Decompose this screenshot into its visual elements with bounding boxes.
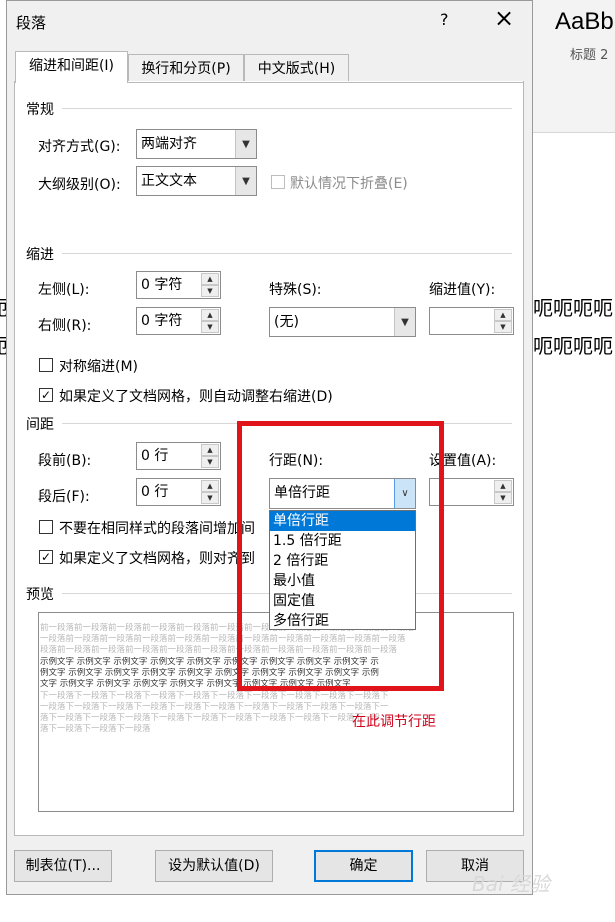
left-indent-spinner[interactable]: 0 字符 ▲ ▼ <box>136 271 221 299</box>
outline-level-select[interactable]: 正文文本 ▼ <box>136 166 257 196</box>
spin-up-icon[interactable]: ▲ <box>494 309 512 321</box>
right-indent-spinner[interactable]: 0 字符 ▲ ▼ <box>136 307 221 335</box>
left-indent-label: 左侧(L): <box>38 282 90 298</box>
space-after-value: 0 行 <box>141 484 169 500</box>
style-name: 标题 2 <box>570 48 609 63</box>
document-text-line: 呃呃呃呃 <box>533 296 613 320</box>
spin-up-icon[interactable]: ▲ <box>201 480 219 492</box>
no-space-same-style-label: 不要在相同样式的段落间增加间 <box>59 521 255 537</box>
spin-down-icon[interactable]: ▼ <box>201 492 219 504</box>
spin-up-icon[interactable]: ▲ <box>201 444 219 456</box>
tab-line-page-breaks[interactable]: 换行和分页(P) <box>128 54 244 83</box>
special-select[interactable]: (无) ▼ <box>269 307 416 337</box>
ok-button[interactable]: 确定 <box>314 850 413 882</box>
space-before-label: 段前(B): <box>38 453 92 469</box>
checkmark-icon: ✓ <box>40 550 52 564</box>
mirror-indents-checkbox[interactable] <box>39 358 53 372</box>
indent-by-spinner[interactable]: ▲ ▼ <box>429 307 514 335</box>
section-spacing: 间距 <box>26 417 54 433</box>
checkmark-icon: ✓ <box>40 388 52 402</box>
outline-level-value: 正文文本 <box>141 173 197 189</box>
chevron-down-icon[interactable]: ▼ <box>394 308 415 336</box>
tab-label: 中文版式(H) <box>257 61 336 77</box>
no-space-same-style-checkbox[interactable] <box>39 520 53 534</box>
auto-adjust-checkbox[interactable]: ✓ <box>39 388 53 402</box>
section-indentation: 缩进 <box>26 247 54 263</box>
collapse-label: 默认情况下折叠(E) <box>290 176 408 192</box>
spin-down-icon[interactable]: ▼ <box>201 456 219 468</box>
tab-label: 缩进和间距(I) <box>28 58 115 74</box>
spin-down-icon[interactable]: ▼ <box>494 492 512 504</box>
chevron-down-icon[interactable]: ▼ <box>235 167 256 195</box>
outline-level-label: 大纲级别(O): <box>38 177 121 193</box>
document-text-line: 呃呃呃呃 <box>533 334 613 358</box>
document-background <box>533 0 615 922</box>
space-after-label: 段后(F): <box>38 489 90 505</box>
set-default-button[interactable]: 设为默认值(D) <box>155 850 273 882</box>
chevron-down-icon[interactable]: ▼ <box>235 130 256 158</box>
alignment-label: 对齐方式(G): <box>38 139 121 155</box>
style-preview-heading2: AaBb <box>555 8 614 35</box>
snap-to-grid-label: 如果定义了文档网格，则对齐到 <box>59 551 255 567</box>
annotation-text: 在此调节行距 <box>352 714 436 730</box>
auto-adjust-label: 如果定义了文档网格，则自动调整右缩进(D) <box>59 389 333 405</box>
mirror-indents-label: 对称缩进(M) <box>59 359 139 375</box>
spin-down-icon[interactable]: ▼ <box>201 285 219 297</box>
tab-divider <box>128 82 524 83</box>
section-general: 常规 <box>26 102 54 118</box>
tab-asian-typography[interactable]: 中文版式(H) <box>244 54 349 83</box>
space-before-spinner[interactable]: 0 行 ▲ ▼ <box>136 442 221 470</box>
right-indent-value: 0 字符 <box>141 313 183 329</box>
dialog-title: 段落 <box>16 14 47 32</box>
right-indent-label: 右侧(R): <box>38 318 92 334</box>
alignment-select[interactable]: 两端对齐 ▼ <box>136 129 257 159</box>
special-value: (无) <box>274 314 299 330</box>
spin-down-icon[interactable]: ▼ <box>494 321 512 333</box>
section-preview: 预览 <box>26 587 54 603</box>
special-label: 特殊(S): <box>269 282 322 298</box>
snap-to-grid-checkbox[interactable]: ✓ <box>39 550 53 564</box>
space-before-value: 0 行 <box>141 448 169 464</box>
space-after-spinner[interactable]: 0 行 ▲ ▼ <box>136 478 221 506</box>
spin-up-icon[interactable]: ▲ <box>494 480 512 492</box>
style-gallery[interactable]: AaBb 标题 2 <box>533 0 615 133</box>
spin-down-icon[interactable]: ▼ <box>201 321 219 333</box>
watermark-logo: Bai 经验 <box>472 872 550 896</box>
separator <box>62 108 512 109</box>
spin-up-icon[interactable]: ▲ <box>201 309 219 321</box>
close-button[interactable]: × <box>494 6 514 30</box>
separator <box>62 253 512 254</box>
tabs-button[interactable]: 制表位(T)... <box>14 850 112 882</box>
spin-up-icon[interactable]: ▲ <box>201 273 219 285</box>
tab-indents-spacing[interactable]: 缩进和间距(I) <box>15 51 128 83</box>
help-button[interactable]: ? <box>440 10 449 29</box>
annotation-highlight-box <box>237 421 444 691</box>
left-indent-value: 0 字符 <box>141 277 183 293</box>
tab-label: 换行和分页(P) <box>141 61 231 77</box>
alignment-value: 两端对齐 <box>141 136 197 152</box>
preview-next-paragraph: 下一段落下一段落下一段落下一段落下一段落下一段落下一段落下一段落下一段落下一段落… <box>40 691 389 701</box>
collapse-checkbox[interactable] <box>271 175 285 189</box>
indent-by-label: 缩进值(Y): <box>429 282 496 298</box>
